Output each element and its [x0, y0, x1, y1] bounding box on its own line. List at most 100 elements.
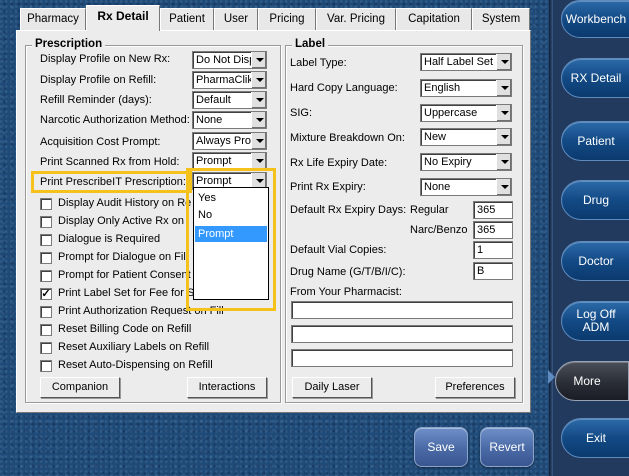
- tab-capitation[interactable]: Capitation: [396, 8, 472, 30]
- refill-reminder-label: Refill Reminder (days):: [40, 94, 152, 106]
- acquisition-cost-select[interactable]: Always Pror: [192, 132, 267, 150]
- checkbox-label: Reset Billing Code on Refill: [58, 323, 192, 335]
- from-pharmacist-label: From Your Pharmacist:: [290, 286, 402, 298]
- mixture-breakdown-label: Mixture Breakdown On:: [290, 132, 405, 144]
- checkbox-label: Prompt for Dialogue on Fill: [58, 251, 189, 263]
- rx-life-expiry-label: Rx Life Expiry Date:: [290, 157, 388, 169]
- chevron-down-icon[interactable]: [251, 72, 266, 88]
- nav-more[interactable]: More: [555, 361, 629, 401]
- chevron-down-icon[interactable]: [496, 179, 511, 195]
- interactions-button[interactable]: Interactions: [187, 377, 267, 398]
- dropdown-option-no[interactable]: No: [195, 207, 267, 223]
- chevron-down-icon[interactable]: [496, 80, 511, 96]
- display-profile-refill-label: Display Profile on Refill:: [40, 74, 157, 86]
- label-group-title: Label: [292, 38, 329, 50]
- drug-name-input[interactable]: B: [473, 262, 513, 280]
- dropdown-option-yes[interactable]: Yes: [195, 190, 267, 206]
- nav-drug[interactable]: Drug: [561, 180, 629, 220]
- chevron-down-icon[interactable]: [251, 92, 266, 108]
- dropdown-option-prompt[interactable]: Prompt: [195, 226, 267, 242]
- nav-workbench[interactable]: Workbench: [561, 0, 629, 38]
- display-profile-refill-select[interactable]: PharmaClik: [192, 71, 267, 89]
- print-scanned-rx-value: Prompt: [196, 155, 232, 167]
- from-pharmacist-line-1[interactable]: [291, 301, 513, 319]
- chevron-down-icon[interactable]: [496, 105, 511, 121]
- tab-patient[interactable]: Patient: [160, 8, 214, 30]
- chevron-down-icon[interactable]: [496, 129, 511, 145]
- tab-pharmacy[interactable]: Pharmacy: [20, 8, 86, 30]
- sig-value: Uppercase: [424, 107, 478, 119]
- from-pharmacist-line-3[interactable]: [291, 349, 513, 367]
- nav-log-off[interactable]: Log Off ADM: [561, 301, 629, 341]
- rx-life-expiry-select[interactable]: No Expiry: [420, 153, 512, 171]
- print-rx-expiry-value: None: [424, 181, 451, 193]
- nav-doctor[interactable]: Doctor: [561, 241, 629, 281]
- print-prescribeit-label: Print PrescribeIT Prescription:: [40, 176, 186, 188]
- prescribeit-dropdown-list[interactable]: Yes No Prompt: [193, 187, 269, 300]
- label-type-value: Half Label Set: [424, 56, 494, 68]
- narc-benzo-label: Narc/Benzo: [410, 224, 468, 236]
- sig-select[interactable]: Uppercase: [420, 104, 512, 122]
- display-profile-new-rx-select[interactable]: Do Not Disp: [192, 51, 267, 69]
- revert-button[interactable]: Revert: [480, 427, 534, 467]
- chevron-down-icon[interactable]: [496, 154, 511, 170]
- companion-button[interactable]: Companion: [40, 377, 120, 398]
- regular-expiry-input[interactable]: 365: [473, 201, 513, 219]
- chevron-down-icon[interactable]: [251, 52, 266, 68]
- checkbox-reset-billing-code[interactable]: [40, 324, 52, 336]
- checkbox-label: Print Authorization Request on Fill: [58, 305, 224, 317]
- narcotic-auth-value: None: [196, 114, 223, 126]
- drug-name-label: Drug Name (G/T/B/I/C):: [290, 266, 406, 278]
- refill-reminder-value: Default: [196, 94, 231, 106]
- acquisition-cost-value: Always Pror: [196, 135, 255, 147]
- chevron-down-icon[interactable]: [251, 133, 266, 149]
- checkbox-label: Dialogue is Required: [58, 233, 161, 245]
- checkbox-dialogue-required[interactable]: [40, 234, 52, 246]
- checkbox-label: Display Only Active Rx on: [58, 215, 184, 227]
- narc-benzo-expiry-input[interactable]: 365: [473, 221, 513, 239]
- refill-reminder-select[interactable]: Default: [192, 91, 267, 109]
- narcotic-auth-select[interactable]: None: [192, 111, 267, 129]
- chevron-down-icon[interactable]: [251, 153, 266, 169]
- mixture-breakdown-select[interactable]: New: [420, 128, 512, 146]
- checkbox-prompt-dialogue-fill[interactable]: [40, 252, 52, 264]
- regular-label: Regular: [410, 204, 449, 216]
- print-scanned-rx-label: Print Scanned Rx from Hold:: [40, 156, 180, 168]
- checkbox-reset-auto-dispensing[interactable]: [40, 360, 52, 372]
- print-scanned-rx-select[interactable]: Prompt: [192, 152, 267, 170]
- print-rx-expiry-select[interactable]: None: [420, 178, 512, 196]
- print-prescribeit-value: Prompt: [196, 175, 232, 187]
- tab-system[interactable]: System: [472, 8, 530, 30]
- checkbox-label: Display Audit History on Re: [58, 197, 192, 209]
- from-pharmacist-line-2[interactable]: [291, 325, 513, 343]
- hard-copy-language-value: English: [424, 82, 461, 94]
- tab-rx-detail[interactable]: Rx Detail: [86, 5, 160, 31]
- checkbox-label: Reset Auto-Dispensing on Refill: [58, 359, 213, 371]
- save-button[interactable]: Save: [414, 427, 468, 467]
- chevron-down-icon[interactable]: [251, 112, 266, 128]
- chevron-down-icon[interactable]: [496, 54, 511, 70]
- nav-patient[interactable]: Patient: [561, 121, 629, 161]
- acquisition-cost-label: Acquisition Cost Prompt:: [40, 136, 161, 148]
- checkbox-display-only-active-rx[interactable]: [40, 216, 52, 228]
- display-profile-refill-value: PharmaClik: [196, 74, 253, 86]
- tab-var-pricing[interactable]: Var. Pricing: [316, 8, 396, 30]
- checkbox-display-audit-history[interactable]: [40, 198, 52, 210]
- label-type-select[interactable]: Half Label Set: [420, 53, 512, 71]
- checkbox-reset-aux-labels[interactable]: [40, 342, 52, 354]
- daily-laser-button[interactable]: Daily Laser: [292, 377, 372, 398]
- checkbox-print-label-set-fee[interactable]: ✓: [40, 288, 52, 300]
- checkbox-label: Prompt for Patient Consent: [58, 269, 191, 281]
- nav-rx-detail[interactable]: RX Detail: [561, 58, 629, 98]
- sig-label: SIG:: [290, 107, 313, 119]
- nav-exit[interactable]: Exit: [561, 418, 629, 458]
- checkbox-prompt-patient-consent[interactable]: [40, 270, 52, 282]
- tab-user[interactable]: User: [214, 8, 258, 30]
- checkbox-print-authorization[interactable]: [40, 306, 52, 318]
- hard-copy-language-select[interactable]: English: [420, 79, 512, 97]
- tab-pricing[interactable]: Pricing: [258, 8, 316, 30]
- display-profile-new-rx-value: Do Not Disp: [196, 54, 256, 66]
- label-type-label: Label Type:: [290, 57, 347, 69]
- default-vial-copies-input[interactable]: 1: [473, 241, 513, 259]
- preferences-button[interactable]: Preferences: [435, 377, 515, 398]
